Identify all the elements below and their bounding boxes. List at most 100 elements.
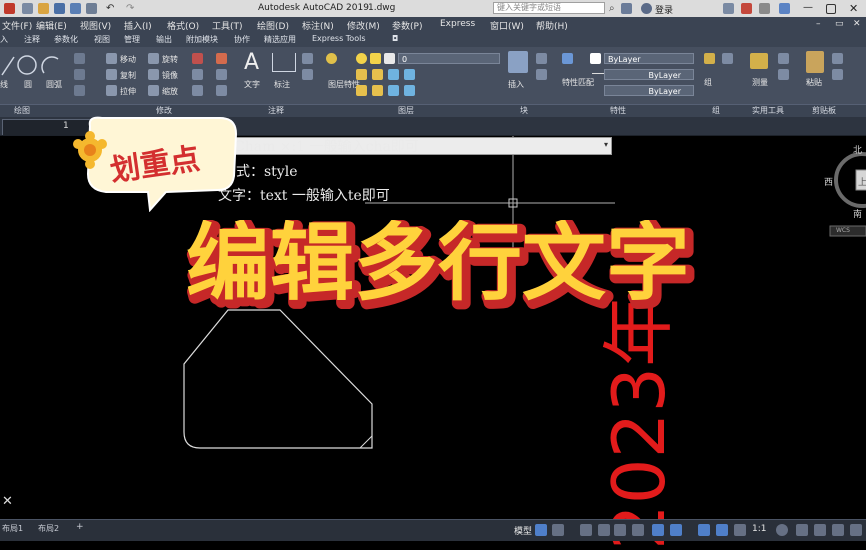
block-insert-label[interactable]: 插入 [508,79,524,90]
tab-collaborate[interactable]: 协作 [234,34,250,45]
layer-freeze-icon[interactable] [370,53,381,64]
tab-parametric[interactable]: 参数化 [54,34,78,45]
menu-express[interactable]: Express [440,19,475,29]
quick-properties-icon[interactable] [832,524,844,536]
insert-block-icon[interactable] [508,51,528,73]
close-icon[interactable]: ✕ [849,3,860,14]
new-file-icon[interactable] [22,3,33,14]
polyline-icon[interactable] [74,85,85,96]
rotate-icon[interactable] [148,53,159,64]
menu-window[interactable]: 窗口(W) [490,19,524,32]
panel-clipboard[interactable]: 剪贴板 [812,105,836,116]
edit-block-icon[interactable] [536,69,547,80]
user-icon[interactable] [641,3,652,14]
cart-icon[interactable] [723,3,734,14]
group-label[interactable]: 组 [704,77,712,88]
utility-measure-label[interactable]: 测量 [752,77,768,88]
minimize-icon[interactable]: — [803,3,814,14]
object-snap-icon[interactable] [652,524,664,536]
match-properties-icon[interactable] [562,53,573,64]
stretch-icon[interactable] [106,85,117,96]
annotation-text-label[interactable]: 文字 [244,79,260,90]
menu-dimension[interactable]: 标注(N) [302,19,334,32]
undo-icon[interactable]: ↶ [106,3,117,14]
tab-output[interactable]: 输出 [156,34,172,45]
menu-parametric[interactable]: 参数(P) [392,19,422,32]
annotation-dimension-label[interactable]: 标注 [274,79,290,90]
menu-help[interactable]: 帮助(H) [536,19,568,32]
maximize-icon[interactable] [826,4,836,14]
menu-insert[interactable]: 插入(I) [124,19,152,32]
modify-rotate-label[interactable]: 旋转 [162,54,178,65]
viewcube-west[interactable]: 西 [824,175,833,188]
text-tool-icon[interactable]: A [244,50,259,75]
tab-view[interactable]: 视图 [94,34,110,45]
modify-scale-label[interactable]: 缩放 [162,86,178,97]
layer-lock-icon[interactable] [372,85,383,96]
trim-icon[interactable] [216,53,227,64]
group-icon[interactable] [704,53,715,64]
redo-icon[interactable]: ↷ [126,3,137,14]
search-input[interactable]: 键入关键字或短语 [493,2,605,14]
layer-merge-icon[interactable] [404,85,415,96]
exchange-icon[interactable] [759,3,770,14]
layer-dropdown[interactable]: 0 [398,53,500,64]
annotation-visibility-icon[interactable] [698,524,710,536]
modify-copy-label[interactable]: 复制 [120,70,136,81]
viewcube-south[interactable]: 南 [853,207,862,220]
menu-close-icon[interactable]: ✕ [853,19,861,29]
modify-move-label[interactable]: 移动 [120,54,136,65]
create-block-icon[interactable] [536,53,547,64]
viewcube-north[interactable]: 北 [853,143,862,156]
table-icon[interactable] [302,69,313,80]
color-swatch-icon[interactable] [590,53,601,64]
menu-format[interactable]: 格式(O) [167,19,199,32]
menu-edit[interactable]: 编辑(E) [36,19,67,32]
modify-mirror-label[interactable]: 镜像 [162,70,178,81]
plot-icon[interactable] [86,3,97,14]
open-file-icon[interactable] [38,3,49,14]
cut-icon[interactable] [832,53,843,64]
draw-line-label[interactable]: 线 [0,79,8,90]
dimension-icon[interactable] [272,53,296,72]
draw-arc-label[interactable]: 圆弧 [46,79,62,90]
mirror-icon[interactable] [148,69,159,80]
tab-addins[interactable]: 附加模块 [186,34,218,45]
layer-previous-icon[interactable] [372,69,383,80]
copy-clip-icon[interactable] [832,69,843,80]
menu-draw[interactable]: 绘图(D) [257,19,289,32]
layer-walk-icon[interactable] [388,85,399,96]
draw-circle-label[interactable]: 圆 [24,79,32,90]
tab-featured-apps[interactable]: 精选应用 [264,34,296,45]
app-menu-icon[interactable] [4,3,15,14]
measure-icon[interactable] [750,53,768,69]
panel-groups[interactable]: 组 [712,105,720,116]
tab-toggle-icon[interactable]: ◘ [392,34,398,43]
isodraft-icon[interactable] [614,524,626,536]
customize-icon[interactable] [850,524,862,536]
panel-layers[interactable]: 图层 [398,105,414,116]
object-snap-tracking-icon[interactable] [632,524,644,536]
lineweight-dropdown[interactable]: ByLayer [604,69,694,80]
leader-icon[interactable] [302,53,313,64]
panel-annotation[interactable]: 注释 [268,105,284,116]
layer-unisolate-icon[interactable] [404,69,415,80]
layout-tab-2[interactable]: 布局2 [38,523,59,534]
menu-minimize-icon[interactable]: – [816,19,821,29]
layer-properties-icon[interactable] [326,53,337,64]
hatch-icon[interactable] [74,69,85,80]
lineweight-icon[interactable] [670,524,682,536]
layout-tab-1[interactable]: 布局1 [2,523,23,534]
layer-on-icon[interactable] [356,53,367,64]
explode-icon[interactable] [216,69,227,80]
tab-annotate[interactable]: 注释 [24,34,40,45]
scale-icon[interactable] [148,85,159,96]
save-icon[interactable] [54,3,65,14]
menu-tools[interactable]: 工具(T) [212,19,243,32]
fillet-icon[interactable] [192,69,203,80]
array-icon[interactable] [192,85,203,96]
layer-off-icon[interactable] [356,85,367,96]
viewcube-top[interactable]: 上 [858,175,866,188]
erase-icon[interactable] [192,53,203,64]
panel-properties[interactable]: 特性 [610,105,626,116]
